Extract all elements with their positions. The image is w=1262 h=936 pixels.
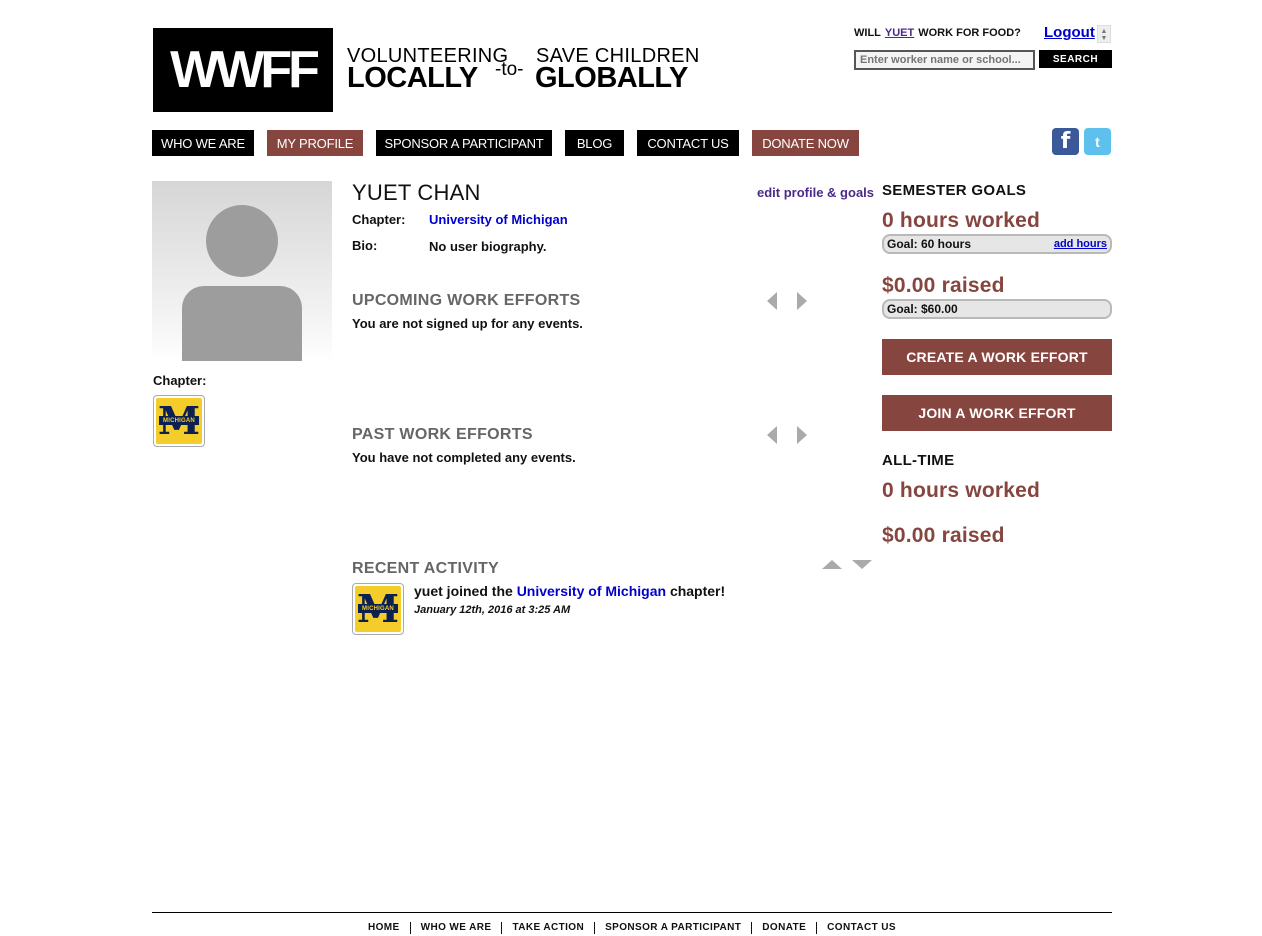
michigan-logo-band: MICHIGAN bbox=[358, 604, 398, 613]
past-work-efforts-text: You have not completed any events. bbox=[352, 450, 576, 465]
activity-chapter-link[interactable]: University of Michigan bbox=[517, 583, 666, 599]
footer-home-link[interactable]: HOME bbox=[358, 922, 410, 934]
add-hours-link[interactable]: add hours bbox=[1054, 238, 1107, 250]
activity-michigan-badge[interactable]: M MICHIGAN bbox=[352, 583, 404, 635]
footer-nav: HOME WHO WE ARE TAKE ACTION SPONSOR A PA… bbox=[152, 922, 1112, 934]
nav-blog[interactable]: BLOG bbox=[565, 130, 624, 156]
nav-my-profile[interactable]: MY PROFILE bbox=[267, 130, 363, 156]
semester-raised: $0.00 raised bbox=[882, 274, 1005, 297]
create-work-effort-button[interactable]: CREATE A WORK EFFORT bbox=[882, 339, 1112, 375]
footer-contact-link[interactable]: CONTACT US bbox=[816, 922, 906, 934]
alltime-raised: $0.00 raised bbox=[882, 524, 1005, 547]
upcoming-work-efforts-text: You are not signed up for any events. bbox=[352, 316, 583, 331]
michigan-logo-icon: M MICHIGAN bbox=[156, 398, 202, 444]
upcoming-work-efforts-heading: UPCOMING WORK EFFORTS bbox=[352, 292, 581, 309]
activity-down-arrow-icon[interactable] bbox=[852, 560, 872, 569]
upcoming-next-arrow-icon[interactable] bbox=[797, 292, 807, 310]
footer-sponsor-link[interactable]: SPONSOR A PARTICIPANT bbox=[594, 922, 751, 934]
facebook-icon[interactable]: f bbox=[1052, 128, 1079, 155]
will-work-for-food: WILL YUET WORK FOR FOOD? bbox=[854, 27, 1021, 39]
hours-progress-bar: Goal: 60 hours add hours bbox=[882, 234, 1112, 254]
footer-donate-link[interactable]: DONATE bbox=[751, 922, 816, 934]
search-button[interactable]: SEARCH bbox=[1039, 50, 1112, 68]
michigan-chapter-badge[interactable]: M MICHIGAN bbox=[153, 395, 205, 447]
footer-take-action-link[interactable]: TAKE ACTION bbox=[501, 922, 594, 934]
past-next-arrow-icon[interactable] bbox=[797, 426, 807, 444]
activity-up-arrow-icon[interactable] bbox=[822, 560, 842, 569]
edit-profile-link[interactable]: edit profile & goals bbox=[757, 185, 874, 200]
michigan-logo-band: MICHIGAN bbox=[159, 416, 199, 425]
hours-goal-label: Goal: 60 hours bbox=[887, 237, 972, 251]
bio-field-value: No user biography. bbox=[429, 239, 547, 254]
chapter-label: Chapter: bbox=[153, 373, 207, 388]
will-prefix: WILL bbox=[854, 27, 881, 39]
profile-name: YUET CHAN bbox=[352, 180, 481, 205]
semester-hours-worked: 0 hours worked bbox=[882, 209, 1041, 232]
logo-text: WWFF bbox=[170, 41, 320, 99]
recent-activity-heading: RECENT ACTIVITY bbox=[352, 560, 500, 577]
semester-goals-heading: SEMESTER GOALS bbox=[882, 182, 1027, 199]
michigan-logo-icon: M MICHIGAN bbox=[355, 586, 401, 632]
past-prev-arrow-icon[interactable] bbox=[767, 426, 777, 444]
activity-timestamp: January 12th, 2016 at 3:25 AM bbox=[414, 604, 571, 616]
activity-suffix: chapter! bbox=[669, 583, 726, 599]
search-input[interactable] bbox=[854, 50, 1035, 70]
nav-contact-us[interactable]: CONTACT US bbox=[637, 130, 739, 156]
twitter-icon[interactable]: t bbox=[1084, 128, 1111, 155]
site-logo[interactable]: WWFF bbox=[153, 28, 333, 112]
avatar-body-shape bbox=[182, 286, 302, 361]
activity-prefix: yuet joined the bbox=[414, 583, 513, 599]
all-time-heading: ALL-TIME bbox=[882, 452, 955, 469]
footer-divider bbox=[152, 912, 1112, 913]
raised-progress-bar: Goal: $60.00 bbox=[882, 299, 1112, 319]
chapter-field-link[interactable]: University of Michigan bbox=[429, 212, 568, 227]
join-work-effort-button[interactable]: JOIN A WORK EFFORT bbox=[882, 395, 1112, 431]
avatar-head-shape bbox=[206, 205, 278, 277]
nav-donate-now[interactable]: DONATE NOW bbox=[752, 130, 859, 156]
will-user-name-link[interactable]: YUET bbox=[885, 27, 914, 39]
bio-field-label: Bio: bbox=[352, 238, 378, 253]
tagline-globally: GLOBALLY bbox=[535, 62, 688, 94]
past-work-efforts-heading: PAST WORK EFFORTS bbox=[352, 426, 533, 443]
upcoming-prev-arrow-icon[interactable] bbox=[767, 292, 777, 310]
raised-goal-label: Goal: $60.00 bbox=[887, 302, 958, 316]
nav-sponsor-a-participant[interactable]: SPONSOR A PARTICIPANT bbox=[376, 130, 552, 156]
updown-arrows-icon[interactable]: ▲ ▼ bbox=[1097, 25, 1111, 43]
profile-avatar bbox=[152, 181, 332, 361]
alltime-hours-worked: 0 hours worked bbox=[882, 479, 1041, 502]
activity-item: yuet joined the University of Michigan c… bbox=[414, 583, 725, 599]
nav-who-we-are[interactable]: WHO WE ARE bbox=[152, 130, 254, 156]
chapter-field-label: Chapter: bbox=[352, 212, 406, 227]
logout-link[interactable]: Logout bbox=[1044, 24, 1095, 41]
footer-who-we-are-link[interactable]: WHO WE ARE bbox=[409, 922, 502, 934]
will-suffix: WORK FOR FOOD? bbox=[918, 27, 1021, 39]
tagline-to: -to- bbox=[495, 59, 524, 80]
tagline-locally: LOCALLY bbox=[347, 62, 478, 94]
